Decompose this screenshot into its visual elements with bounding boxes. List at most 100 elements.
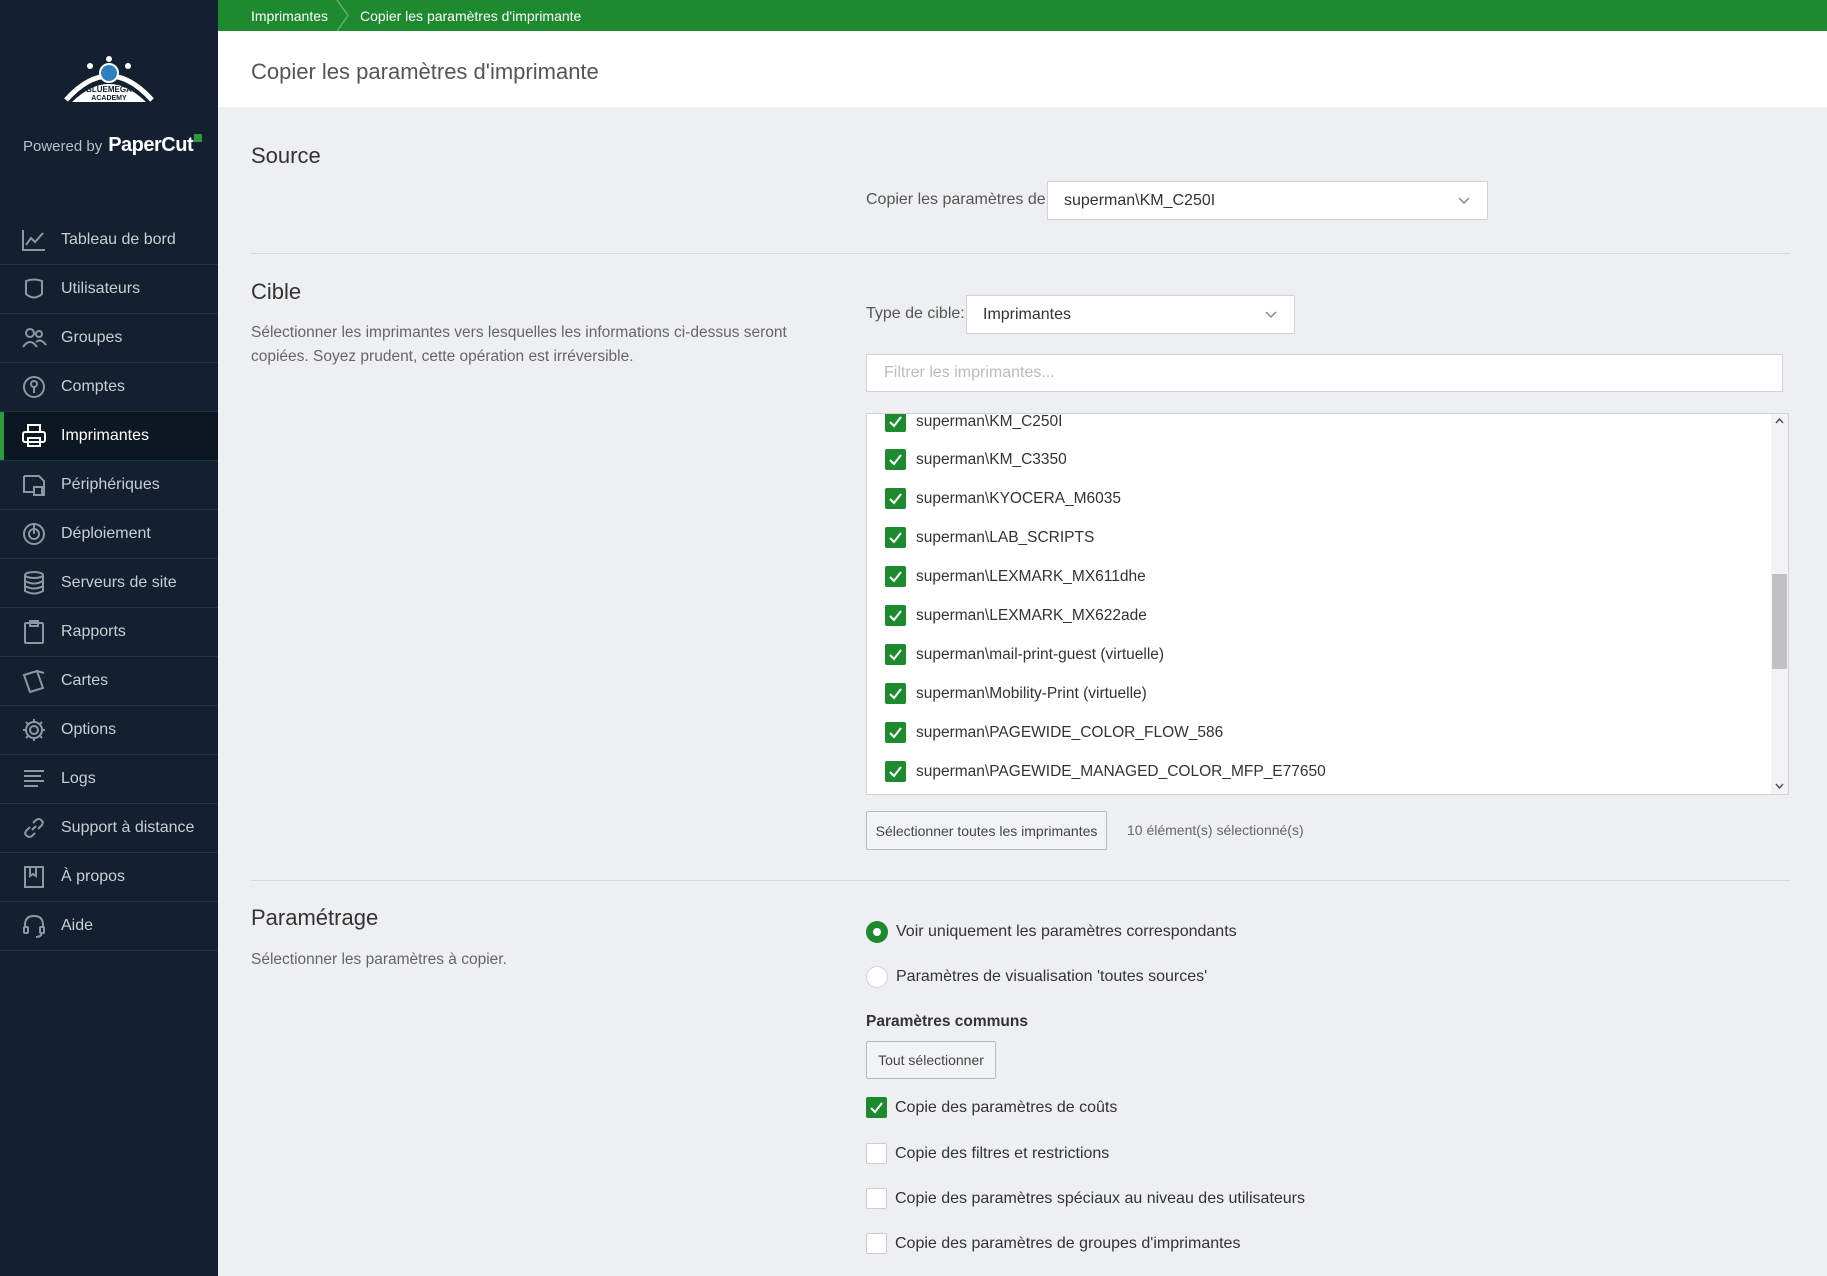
- breadcrumb-separator-icon: [336, 0, 350, 32]
- sidebar-item-groups[interactable]: Groupes: [0, 314, 218, 363]
- select-all-settings-button[interactable]: Tout sélectionner: [866, 1041, 996, 1079]
- scroll-down-icon[interactable]: [1775, 781, 1784, 790]
- printer-name: superman\KM_C3350: [916, 450, 1067, 468]
- target-type-select[interactable]: Imprimantes: [966, 295, 1295, 334]
- breadcrumb-printers-link[interactable]: Imprimantes: [251, 0, 328, 31]
- sidebar-item-options[interactable]: Options: [0, 706, 218, 755]
- list-item[interactable]: superman\KM_C3350: [885, 449, 1067, 470]
- sidebar-item-label: Utilisateurs: [61, 280, 141, 297]
- sidebar-item-label: Tableau de bord: [61, 231, 176, 248]
- scrollbar-thumb[interactable]: [1772, 574, 1787, 669]
- checkbox-checked-icon[interactable]: [885, 449, 906, 470]
- source-title: Source: [251, 143, 321, 168]
- gear-icon: [20, 717, 48, 743]
- printer-list[interactable]: superman\KM_C250I superman\KM_C3350 supe…: [866, 413, 1789, 795]
- sidebar-item-dashboard[interactable]: Tableau de bord: [0, 216, 218, 265]
- radio-unselected-icon[interactable]: [866, 966, 888, 988]
- svg-text:BLUEMEGA: BLUEMEGA: [86, 85, 132, 94]
- list-item[interactable]: superman\LAB_SCRIPTS: [885, 527, 1094, 548]
- checkbox-checked-icon[interactable]: [885, 566, 906, 587]
- option-copy-filters[interactable]: Copie des filtres et restrictions: [866, 1143, 1109, 1164]
- scroll-up-icon[interactable]: [1775, 417, 1784, 426]
- printer-name: superman\LEXMARK_MX611dhe: [916, 567, 1146, 585]
- list-item[interactable]: superman\KM_C250I: [885, 413, 1063, 432]
- radio-all-sources[interactable]: Paramètres de visualisation 'toutes sour…: [866, 966, 1207, 988]
- checkbox-checked-icon[interactable]: [885, 605, 906, 626]
- sidebar-item-accounts[interactable]: Comptes: [0, 363, 218, 412]
- checkbox-checked-icon[interactable]: [885, 644, 906, 665]
- printer-name: superman\KYOCERA_M6035: [916, 489, 1122, 507]
- powered-by-text: Powered by: [23, 138, 103, 155]
- list-item[interactable]: superman\LEXMARK_MX611dhe: [885, 566, 1146, 587]
- papercut-brand: PaperCut: [108, 134, 203, 157]
- sidebar-item-label: Comptes: [61, 378, 126, 395]
- option-copy-user-settings[interactable]: Copie des paramètres spéciaux au niveau …: [866, 1188, 1305, 1209]
- sidebar-item-label: Cartes: [61, 672, 109, 689]
- checkbox-checked-icon[interactable]: [885, 722, 906, 743]
- sidebar-item-deployment[interactable]: Déploiement: [0, 510, 218, 559]
- list-item[interactable]: superman\Mobility-Print (virtuelle): [885, 683, 1147, 704]
- select-all-printers-button[interactable]: Sélectionner toutes les imprimantes: [866, 811, 1107, 850]
- sidebar-item-label: Aide: [61, 917, 94, 934]
- sidebar-item-devices[interactable]: Périphériques: [0, 461, 218, 510]
- radio-matching-settings[interactable]: Voir uniquement les paramètres correspon…: [866, 921, 1237, 943]
- copy-from-select[interactable]: superman\KM_C250I: [1047, 181, 1488, 220]
- account-icon: [20, 374, 48, 400]
- checkbox-checked-icon[interactable]: [885, 683, 906, 704]
- list-item[interactable]: superman\LEXMARK_MX622ade: [885, 605, 1147, 626]
- option-label: Copie des paramètres spéciaux au niveau …: [895, 1189, 1306, 1207]
- checkbox-checked-icon[interactable]: [885, 527, 906, 548]
- printer-name: superman\PAGEWIDE_MANAGED_COLOR_MFP_E776…: [916, 762, 1326, 780]
- settings-title: Paramétrage: [251, 905, 379, 930]
- sidebar-item-cards[interactable]: Cartes: [0, 657, 218, 706]
- checkbox-unchecked-icon[interactable]: [866, 1188, 887, 1209]
- sidebar-item-about[interactable]: À propos: [0, 853, 218, 902]
- target-title: Cible: [251, 279, 302, 304]
- option-copy-printer-groups[interactable]: Copie des paramètres de groupes d'imprim…: [866, 1233, 1240, 1254]
- page-header: Copier les paramètres d'imprimante: [218, 31, 1827, 107]
- list-item[interactable]: superman\PAGEWIDE_MANAGED_COLOR_MFP_E776…: [885, 761, 1326, 782]
- printer-icon: [20, 423, 48, 449]
- checkbox-unchecked-icon[interactable]: [866, 1143, 887, 1164]
- headset-icon: [20, 913, 48, 939]
- sidebar-item-help[interactable]: Aide: [0, 902, 218, 951]
- checkbox-checked-icon[interactable]: [866, 1097, 887, 1118]
- breadcrumb-current: Copier les paramètres d'imprimante: [360, 7, 582, 24]
- radio-label: Voir uniquement les paramètres correspon…: [896, 923, 1237, 940]
- users-icon: [20, 325, 48, 351]
- printer-list-scrollbar[interactable]: [1771, 414, 1788, 794]
- printer-name: superman\KM_C250I: [916, 413, 1063, 430]
- sidebar-item-printers[interactable]: Imprimantes: [0, 412, 218, 461]
- radio-selected-icon[interactable]: [866, 921, 888, 943]
- printer-name: superman\LEXMARK_MX622ade: [916, 606, 1147, 624]
- sidebar-item-remote-support[interactable]: Support à distance: [0, 804, 218, 853]
- chart-line-icon: [20, 227, 48, 253]
- checkbox-checked-icon[interactable]: [885, 488, 906, 509]
- list-item[interactable]: superman\KYOCERA_M6035: [885, 488, 1121, 509]
- selected-count: 10 élément(s) sélectionné(s): [1127, 822, 1304, 838]
- checkbox-unchecked-icon[interactable]: [866, 1233, 887, 1254]
- logo-area: BLUEMEGA ACADEMY Powered by PaperCut: [0, 0, 218, 218]
- option-label: Copie des paramètres de coûts: [895, 1098, 1118, 1116]
- sidebar-item-label: Serveurs de site: [61, 574, 177, 591]
- checkbox-checked-icon[interactable]: [885, 414, 906, 432]
- clipboard-icon: [20, 619, 48, 645]
- option-copy-costs[interactable]: Copie des paramètres de coûts: [866, 1097, 1117, 1118]
- sidebar-item-logs[interactable]: Logs: [0, 755, 218, 804]
- sidebar-item-label: Support à distance: [61, 819, 195, 836]
- printer-filter-input[interactable]: Filtrer les imprimantes...: [866, 354, 1783, 392]
- checkbox-checked-icon[interactable]: [885, 761, 906, 782]
- printer-name: superman\Mobility-Print (virtuelle): [916, 684, 1147, 702]
- sidebar-item-users[interactable]: Utilisateurs: [0, 265, 218, 314]
- list-item[interactable]: superman\PAGEWIDE_COLOR_FLOW_586: [885, 722, 1223, 743]
- chevron-down-icon: [1458, 197, 1470, 205]
- chevron-down-icon: [1265, 311, 1277, 319]
- sidebar-item-site-servers[interactable]: Serveurs de site: [0, 559, 218, 608]
- settings-description: Sélectionner les paramètres à copier.: [251, 951, 507, 968]
- sidebar-item-label: À propos: [61, 868, 126, 885]
- sidebar-item-reports[interactable]: Rapports: [0, 608, 218, 657]
- bluemega-logo: BLUEMEGA ACADEMY: [64, 56, 154, 102]
- sidebar-item-label: Options: [61, 721, 117, 738]
- printer-name: superman\mail-print-guest (virtuelle): [916, 645, 1165, 663]
- list-item[interactable]: superman\mail-print-guest (virtuelle): [885, 644, 1164, 665]
